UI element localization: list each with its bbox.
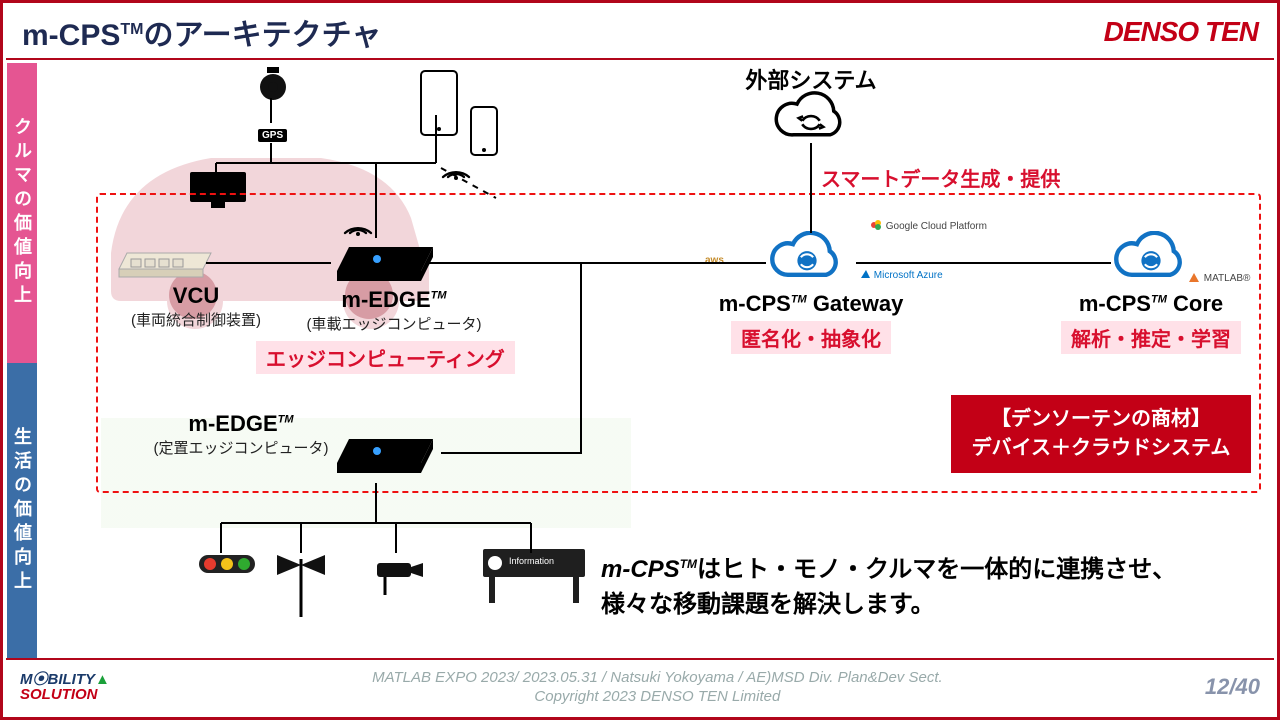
footer-meta: MATLAB EXPO 2023/ 2023.05.31 / Natsuki Y…: [110, 668, 1205, 707]
brand-logo: DENSO TEN: [1104, 16, 1258, 48]
mobility-solution-logo: M⦿BILITY▲ SOLUTION: [20, 672, 110, 702]
connection-lines: [41, 63, 1271, 663]
page-title: m-CPSTMのアーキテクチャ: [22, 10, 381, 54]
sidetab-life-value: 生活の価値向上: [7, 363, 37, 658]
sidetab-car-value: クルマの価値向上: [7, 63, 37, 363]
page-number: 12/40: [1205, 674, 1260, 700]
